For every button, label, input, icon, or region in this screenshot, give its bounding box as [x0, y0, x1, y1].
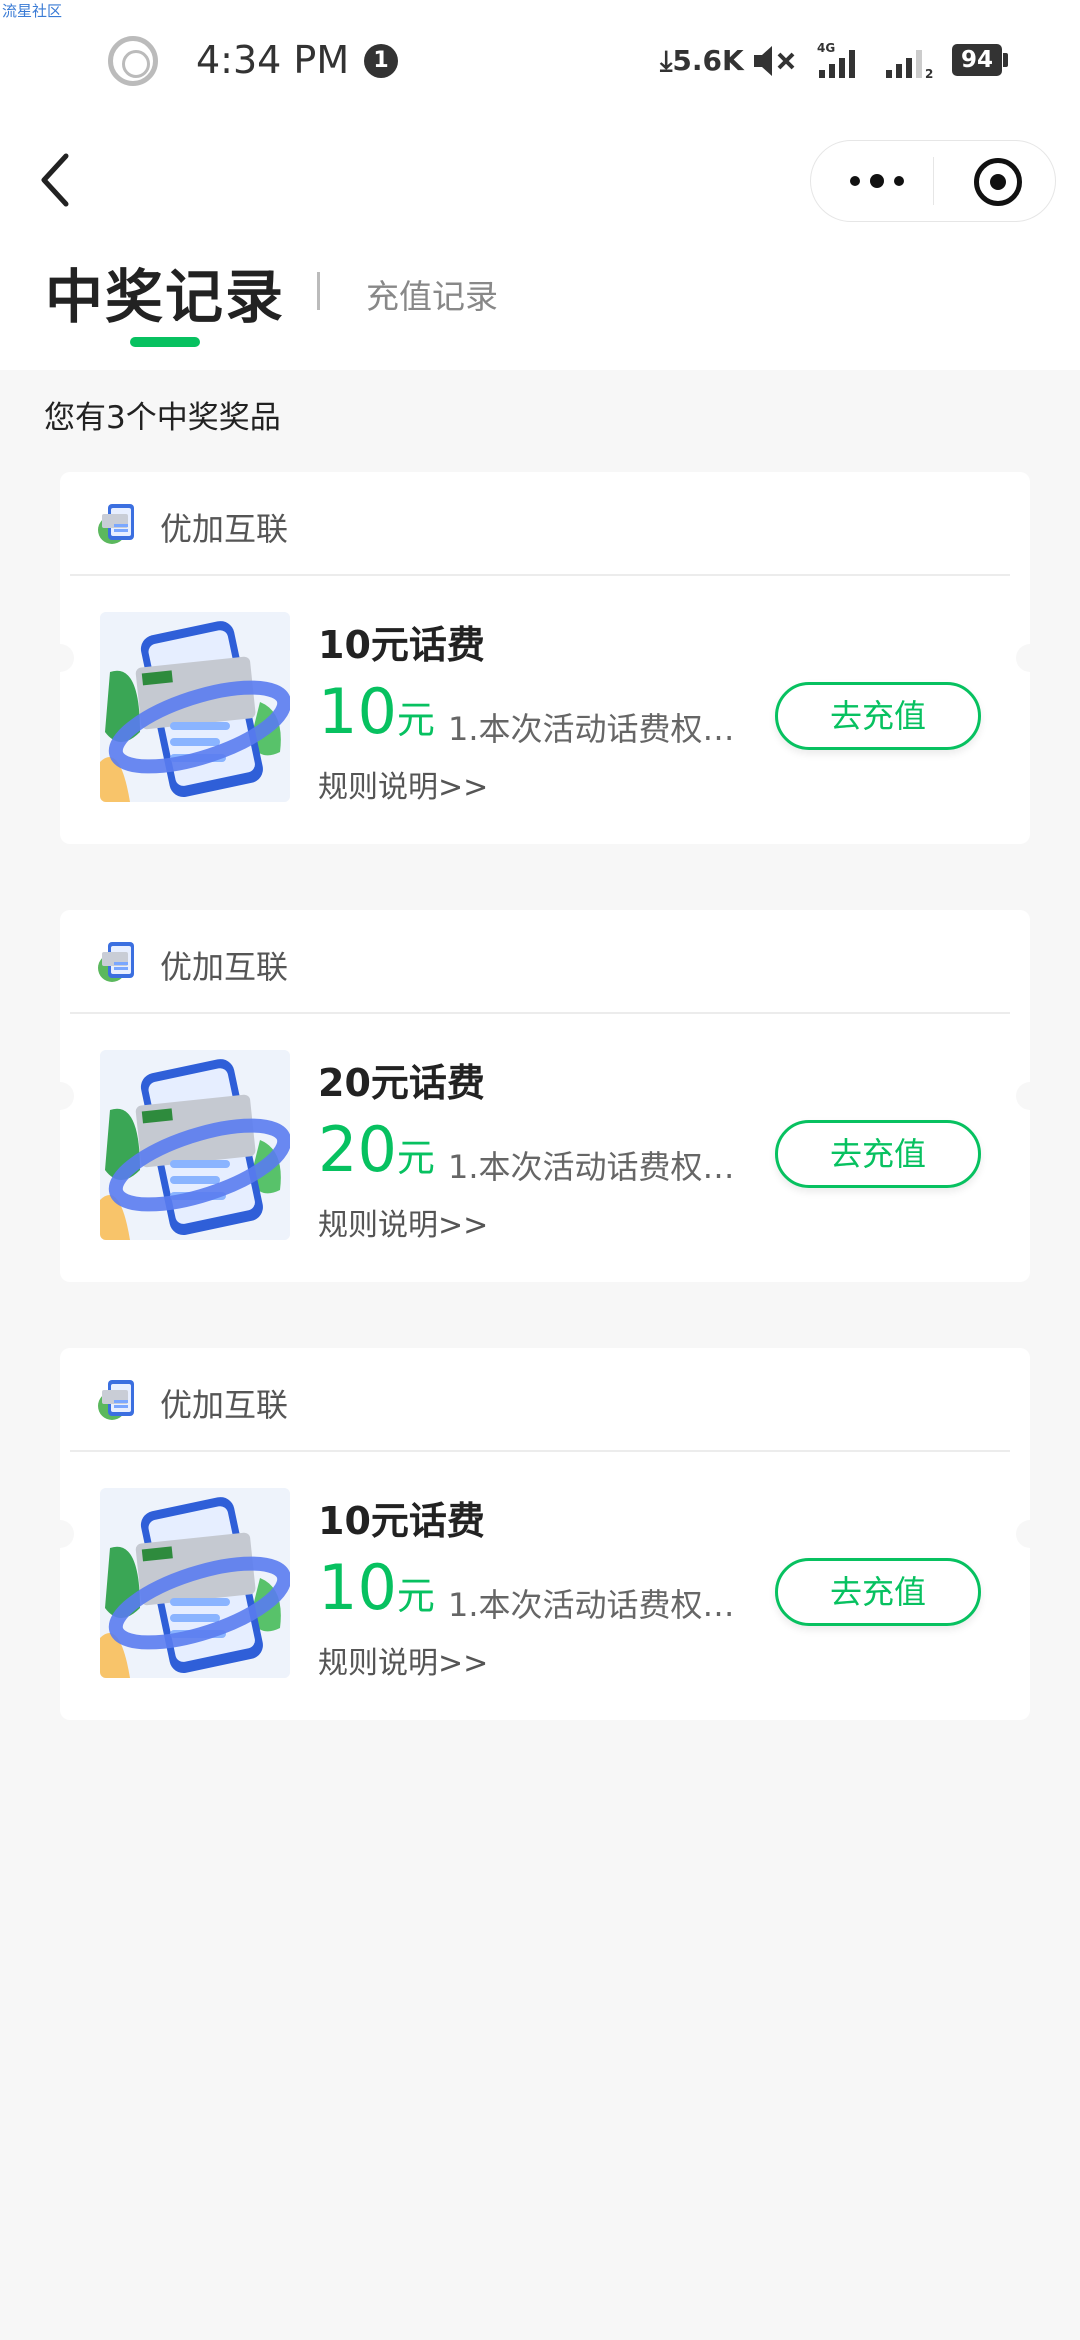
- prize-amount-unit: 元: [396, 1136, 435, 1180]
- status-time: 4:34 PM: [196, 38, 350, 82]
- phone-topup-illustration-icon: [100, 1050, 290, 1240]
- prize-thumbnail: [100, 612, 290, 802]
- prize-amount: 10元: [318, 1553, 435, 1631]
- card-notch-right: [1016, 1082, 1044, 1110]
- tab-prize-records[interactable]: 中奖记录: [45, 250, 285, 334]
- network-type-label: 4G: [817, 41, 835, 55]
- merchant-logo-icon: [98, 942, 134, 982]
- recharge-button[interactable]: 去充值: [775, 682, 981, 750]
- card-notch-left: [46, 644, 74, 672]
- signal-sim2-icon: 2: [886, 50, 933, 80]
- prize-card: 优加互联 10元话费 10元 1.本次活动话费权益说明 规则说明>> 去充值: [46, 472, 1044, 844]
- target-circle-icon[interactable]: [974, 158, 1022, 206]
- merchant-logo-icon: [98, 504, 134, 544]
- prize-card: 优加互联 10元话费 10元 1.本次活动话费权益说明 规则说明>> 去充值: [46, 1348, 1044, 1720]
- card-divider: [70, 1450, 1010, 1452]
- prize-summary: 您有3个中奖奖品: [44, 400, 281, 436]
- prize-amount-value: 10: [318, 1551, 397, 1624]
- status-bar: 4:34 PM 1 ⤓5.6K 4G 2 94: [0, 0, 1080, 120]
- card-notch-left: [46, 1082, 74, 1110]
- prize-description: 1.本次活动话费权益说明: [448, 710, 748, 748]
- card-notch-right: [1016, 1520, 1044, 1548]
- recharge-button[interactable]: 去充值: [775, 1120, 981, 1188]
- merchant-name: 优加互联: [160, 510, 289, 548]
- rules-link[interactable]: 规则说明>>: [318, 1200, 488, 1244]
- merchant-name: 优加互联: [160, 948, 289, 986]
- mute-icon: [754, 46, 795, 76]
- download-arrow-icon: ⤓: [660, 44, 673, 77]
- prize-thumbnail: [100, 1050, 290, 1240]
- sim2-label: 2: [925, 67, 933, 80]
- capsule-divider: [933, 157, 934, 205]
- net-speed-value: 5.6K: [672, 44, 744, 77]
- battery-indicator: 94: [952, 44, 1008, 76]
- prize-amount-unit: 元: [396, 1574, 435, 1618]
- record-status-icon: [108, 36, 158, 86]
- chevron-left-icon[interactable]: [36, 150, 86, 210]
- phone-topup-illustration-icon: [100, 1488, 290, 1678]
- prize-description: 1.本次活动话费权益说明: [448, 1586, 748, 1624]
- signal-4g-icon: 4G: [817, 41, 855, 78]
- prize-title: 20元话费: [318, 1061, 485, 1105]
- miniprogram-capsule: [810, 140, 1056, 222]
- prize-amount-unit: 元: [396, 698, 435, 742]
- rules-link[interactable]: 规则说明>>: [318, 762, 488, 806]
- more-dots-icon[interactable]: [847, 171, 907, 191]
- prize-amount-value: 10: [318, 675, 397, 748]
- prize-amount-value: 20: [318, 1113, 397, 1186]
- card-notch-right: [1016, 644, 1044, 672]
- tab-active-indicator: [130, 337, 200, 347]
- merchant-name: 优加互联: [160, 1386, 289, 1424]
- prize-title: 10元话费: [318, 623, 485, 667]
- prize-amount: 20元: [318, 1115, 435, 1193]
- prize-title: 10元话费: [318, 1499, 485, 1543]
- merchant-logo-icon: [98, 1380, 134, 1420]
- rules-link[interactable]: 规则说明>>: [318, 1638, 488, 1682]
- notification-badge: 1: [364, 44, 398, 78]
- card-divider: [70, 574, 1010, 576]
- recharge-button[interactable]: 去充值: [775, 1558, 981, 1626]
- prize-description: 1.本次活动话费权益说明: [448, 1148, 748, 1186]
- prize-thumbnail: [100, 1488, 290, 1678]
- net-speed: ⤓5.6K: [660, 44, 744, 78]
- tab-recharge-records[interactable]: 充值记录: [366, 270, 498, 318]
- card-notch-left: [46, 1520, 74, 1548]
- tab-divider: [317, 272, 320, 310]
- card-divider: [70, 1012, 1010, 1014]
- phone-topup-illustration-icon: [100, 612, 290, 802]
- prize-card: 优加互联 20元话费 20元 1.本次活动话费权益说明 规则说明>> 去充值: [46, 910, 1044, 1282]
- prize-amount: 10元: [318, 677, 435, 755]
